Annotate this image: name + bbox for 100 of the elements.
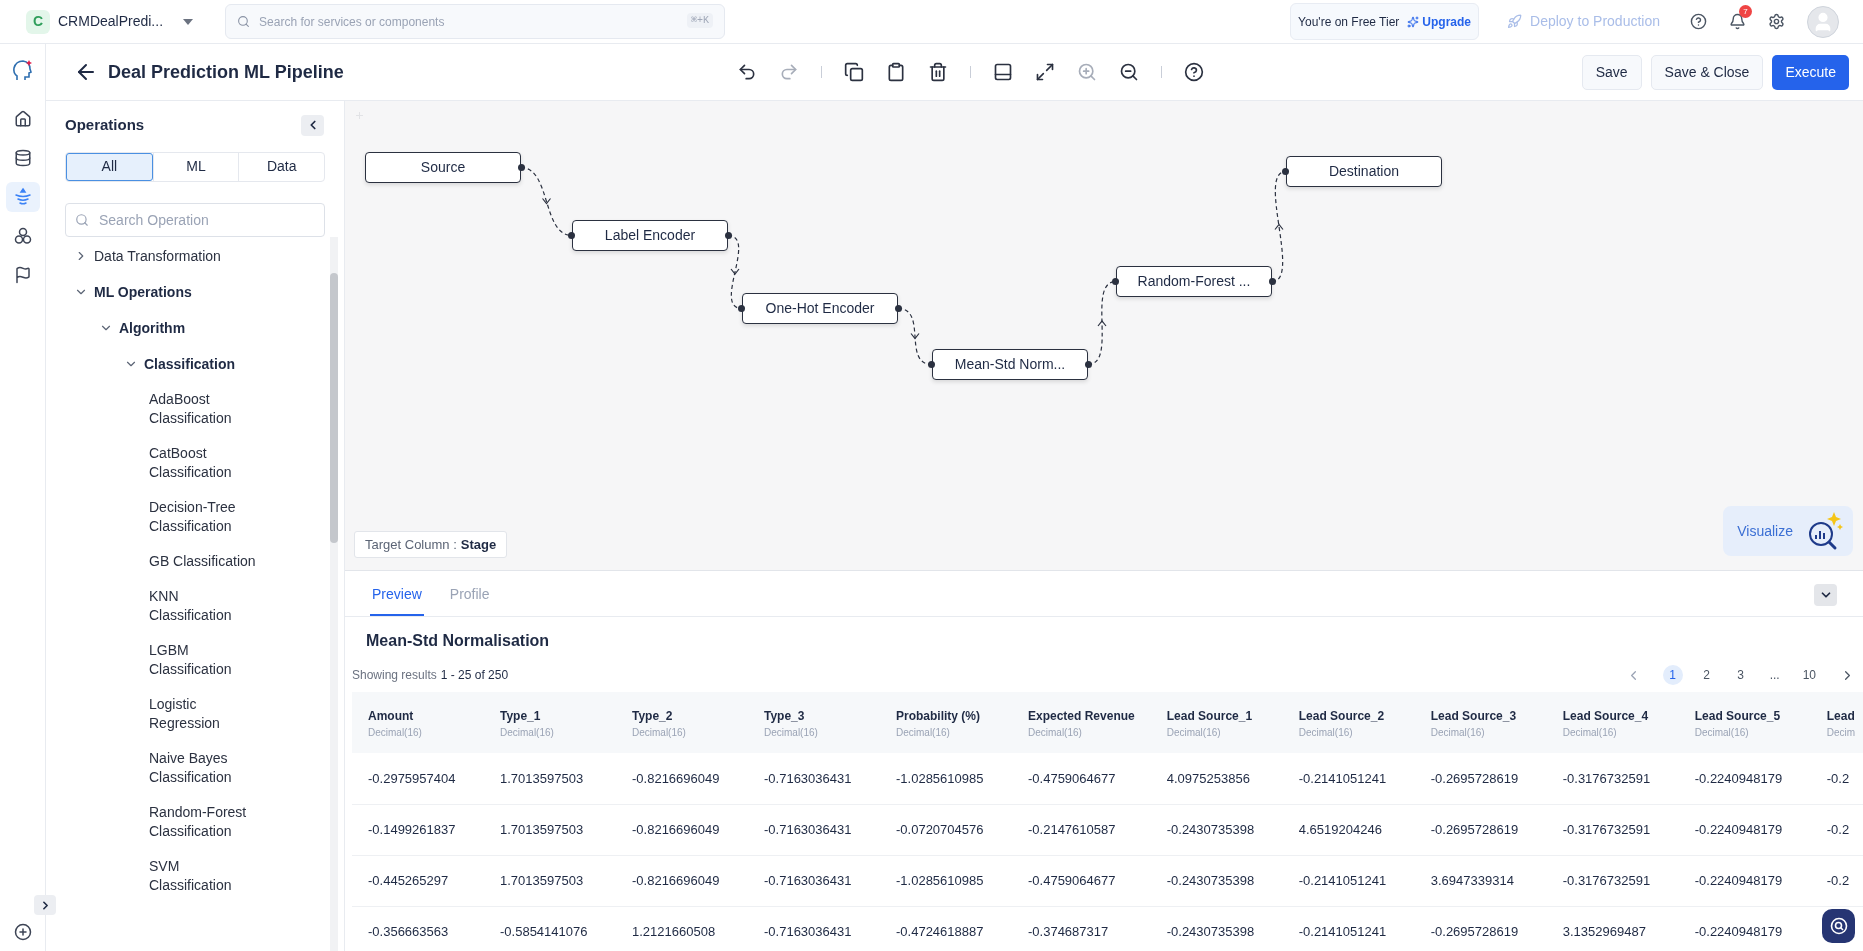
page-button[interactable]: 1 (1662, 665, 1683, 685)
operation-item[interactable]: CatBoost Classification (149, 443, 261, 482)
table-cell: -0.1499261837 (352, 804, 484, 855)
help-icon[interactable] (1690, 13, 1707, 30)
undo-icon[interactable] (736, 62, 757, 82)
table-cell: -0.374687317 (1012, 906, 1151, 951)
execute-button[interactable]: Execute (1772, 54, 1849, 90)
collapse-button[interactable] (1814, 584, 1837, 606)
table-cell: -0.7163036431 (748, 906, 880, 951)
save-button[interactable]: Save & Close (1650, 54, 1764, 90)
column-header: Lead Source_1 (1166, 708, 1254, 725)
expand-icon[interactable] (1034, 62, 1055, 82)
page-button[interactable]: 3 (1730, 665, 1751, 685)
table-cell: -0.356663563 (352, 906, 484, 951)
zoom-out-icon[interactable] (1118, 62, 1139, 82)
operation-item[interactable]: SVM Classification (149, 856, 261, 895)
table-cell: -0.2695728619 (1414, 906, 1547, 951)
pipeline-node[interactable]: Mean-Std Norm... (932, 349, 1088, 380)
column-header: Expected Revenue (1028, 708, 1135, 725)
filter-tab[interactable]: Data (238, 152, 324, 181)
pipeline-node[interactable]: Label Encoder (572, 220, 728, 251)
table-cell: -0.5854141076 (484, 906, 616, 951)
add-icon[interactable] (13, 923, 32, 941)
copy-icon[interactable] (843, 62, 864, 82)
pipeline-node[interactable]: One-Hot Encoder (742, 293, 898, 324)
node-handle[interactable] (1085, 361, 1092, 368)
panel-icon[interactable] (992, 62, 1013, 82)
table-cell: -0.3176732591 (1546, 753, 1679, 804)
pipeline-node[interactable]: Destination (1286, 156, 1442, 187)
table-cell: -0.2141051241 (1282, 855, 1415, 906)
table-cell: -0.2240948179 (1678, 804, 1811, 855)
operation-item[interactable]: Naive Bayes Classification (149, 748, 261, 787)
operation-item[interactable]: Decision-Tree Classification (149, 497, 261, 536)
page-button[interactable]: 2 (1696, 665, 1717, 685)
node-handle[interactable] (895, 305, 902, 312)
operation-item[interactable]: Logistic Regression (149, 694, 261, 733)
help-icon[interactable] (1183, 62, 1204, 82)
node-handle[interactable] (725, 232, 732, 239)
tree-item[interactable]: ML Operations (94, 281, 192, 302)
pipeline-icon[interactable] (5, 182, 40, 212)
upgrade-link[interactable]: Upgrade (1407, 12, 1472, 31)
preview-tab[interactable]: Preview (370, 574, 424, 616)
node-handle[interactable] (738, 305, 745, 312)
expand-button[interactable] (34, 895, 56, 915)
caret-icon[interactable] (183, 18, 194, 25)
save-button[interactable]: Save (1581, 54, 1642, 90)
column-type: Decimal(16) (896, 726, 951, 740)
table-cell: -0.2141051241 (1282, 753, 1415, 804)
column-header: Lead Source_4 (1562, 708, 1650, 725)
search-field[interactable]: Search Operation (65, 202, 325, 237)
collapse-button[interactable] (301, 114, 324, 136)
results-label: Showing results (352, 667, 437, 684)
pipeline-node[interactable]: Source (365, 152, 521, 183)
table-cell: 3.1352969487 (1546, 906, 1679, 951)
table-cell: -0.2695728619 (1414, 753, 1547, 804)
column-header: Amount (368, 708, 415, 725)
column-type: Decimal(16) (1298, 726, 1354, 740)
pipeline-node[interactable]: Random-Forest ... (1116, 266, 1272, 297)
tree-item[interactable]: Algorithm (119, 317, 186, 338)
operation-item[interactable]: AdaBoost Classification (149, 389, 261, 428)
search-icon (1829, 917, 1848, 935)
table-cell: -0.0720704576 (880, 804, 1012, 855)
assistant-button[interactable] (1822, 909, 1855, 943)
column-header: Lead (1826, 708, 1856, 725)
settings-icon[interactable] (1768, 13, 1785, 30)
table-cell: -0.445265297 (352, 855, 484, 906)
rocket-icon (1507, 14, 1523, 29)
table-cell: -0.8216696049 (616, 753, 748, 804)
column-type: Decimal(16) (764, 726, 819, 740)
scrollbar-thumb[interactable] (330, 272, 338, 543)
node-handle[interactable] (1269, 278, 1276, 285)
node-handle[interactable] (928, 361, 935, 368)
visualize-button[interactable]: Visualize (1723, 506, 1853, 556)
results-range: 1 - 25 of 250 (440, 667, 509, 684)
column-type: Decimal(16) (1694, 726, 1750, 740)
table-cell: -0.3176732591 (1546, 804, 1679, 855)
tree-item[interactable]: Classification (144, 353, 236, 374)
filter-tab[interactable]: ML (152, 152, 239, 181)
table-cell: -0.7163036431 (748, 753, 880, 804)
operation-item[interactable]: GB Classification (149, 551, 261, 571)
notification-badge: 7 (1739, 5, 1752, 18)
column-type: Decimal(16) (500, 726, 555, 740)
page-button[interactable]: 10 (1798, 665, 1820, 685)
column-type: Decim (1826, 726, 1856, 740)
trash-icon[interactable] (927, 62, 948, 82)
table-cell: 1.2121660508 (616, 906, 748, 951)
filter-tab[interactable]: All (66, 152, 153, 181)
app-name[interactable]: CRMDealPredi... (58, 11, 164, 32)
node-handle[interactable] (1282, 168, 1289, 175)
tree-item[interactable]: Data Transformation (94, 245, 221, 266)
operation-item[interactable]: Random-Forest Classification (149, 802, 261, 841)
node-handle[interactable] (568, 232, 575, 239)
pipeline-title: Deal Prediction ML Pipeline (108, 60, 344, 84)
target-column-value: Stage (460, 535, 497, 554)
node-handle[interactable] (1112, 278, 1119, 285)
operation-item[interactable]: LGBM Classification (149, 640, 261, 679)
node-handle[interactable] (518, 164, 525, 171)
page-button[interactable]: ... (1764, 665, 1785, 685)
operation-item[interactable]: KNN Classification (149, 586, 261, 625)
bell-icon[interactable] (1729, 13, 1746, 30)
